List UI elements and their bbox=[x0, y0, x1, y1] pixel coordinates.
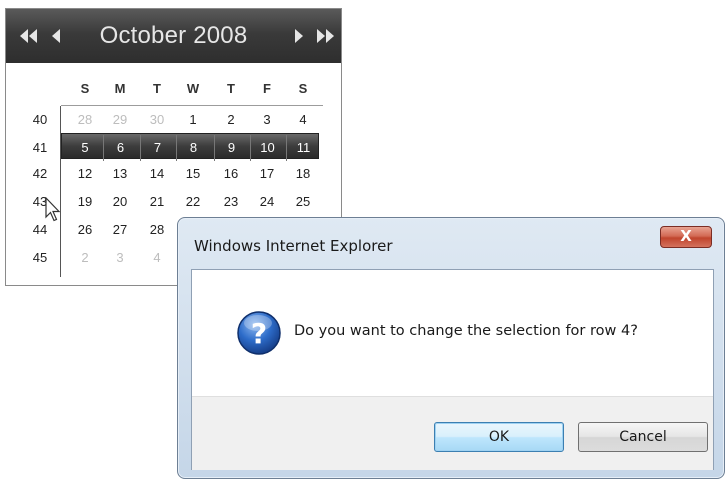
header-divider bbox=[61, 105, 323, 106]
calendar-day[interactable]: 15 bbox=[176, 163, 210, 185]
calendar-day[interactable]: 30 bbox=[140, 109, 174, 131]
calendar-day[interactable]: 28 bbox=[68, 109, 102, 131]
day-header: F bbox=[263, 81, 271, 96]
calendar-day[interactable]: 23 bbox=[214, 191, 248, 213]
dialog-title: Windows Internet Explorer bbox=[194, 237, 393, 255]
week-row[interactable]: 42 12 13 14 15 16 17 18 bbox=[6, 163, 341, 185]
calendar-day[interactable]: 25 bbox=[286, 191, 320, 213]
calendar-day[interactable]: 3 bbox=[103, 247, 137, 269]
week-number[interactable]: 42 bbox=[22, 166, 58, 181]
calendar-day[interactable]: 2 bbox=[214, 109, 248, 131]
calendar-day[interactable]: 17 bbox=[250, 163, 284, 185]
week-row[interactable]: 41 5 6 7 8 9 10 11 bbox=[6, 135, 341, 161]
calendar-day[interactable]: 14 bbox=[140, 163, 174, 185]
double-right-arrow-icon[interactable] bbox=[314, 26, 336, 46]
calendar-day[interactable]: 2 bbox=[68, 247, 102, 269]
calendar-day[interactable]: 11 bbox=[286, 135, 320, 161]
calendar-day[interactable]: 24 bbox=[250, 191, 284, 213]
message-area: ? Do you want to change the selection fo… bbox=[192, 270, 713, 396]
calendar-day[interactable]: 19 bbox=[68, 191, 102, 213]
day-header: S bbox=[298, 81, 308, 96]
calendar-day[interactable]: 7 bbox=[140, 135, 174, 161]
calendar-day[interactable]: 10 bbox=[250, 135, 284, 161]
week-number[interactable]: 45 bbox=[22, 250, 58, 265]
dialog-body: ? Do you want to change the selection fo… bbox=[191, 269, 714, 470]
calendar-day[interactable]: 13 bbox=[103, 163, 137, 185]
confirm-dialog: Windows Internet Explorer X ? Do you wan… bbox=[177, 217, 725, 479]
day-of-week-header: S M T W T F S bbox=[6, 81, 341, 99]
calendar-day[interactable]: 28 bbox=[140, 219, 174, 241]
calendar-day[interactable]: 5 bbox=[68, 135, 102, 161]
calendar-header: October 2008 bbox=[6, 9, 341, 63]
calendar-day[interactable]: 4 bbox=[140, 247, 174, 269]
calendar-day[interactable]: 18 bbox=[286, 163, 320, 185]
close-icon: X bbox=[680, 227, 692, 245]
week-number[interactable]: 44 bbox=[22, 222, 58, 237]
button-area: OK Cancel bbox=[192, 396, 713, 470]
calendar-day[interactable]: 3 bbox=[250, 109, 284, 131]
week-row[interactable]: 40 28 29 30 1 2 3 4 bbox=[6, 109, 341, 131]
calendar-day[interactable]: 12 bbox=[68, 163, 102, 185]
day-header: S bbox=[80, 81, 90, 96]
right-arrow-icon[interactable] bbox=[289, 26, 311, 46]
day-header: M bbox=[114, 81, 126, 96]
svg-text:?: ? bbox=[251, 317, 267, 350]
calendar-day[interactable]: 16 bbox=[214, 163, 248, 185]
calendar-day[interactable]: 21 bbox=[140, 191, 174, 213]
day-header: T bbox=[153, 81, 161, 96]
calendar-day[interactable]: 29 bbox=[103, 109, 137, 131]
calendar-day[interactable]: 9 bbox=[214, 135, 248, 161]
question-icon: ? bbox=[237, 311, 281, 355]
calendar-day[interactable]: 27 bbox=[103, 219, 137, 241]
calendar-day[interactable]: 4 bbox=[286, 109, 320, 131]
week-number[interactable]: 40 bbox=[22, 112, 58, 127]
ok-button[interactable]: OK bbox=[434, 422, 564, 452]
close-button[interactable]: X bbox=[660, 226, 712, 248]
calendar-day[interactable]: 8 bbox=[176, 135, 210, 161]
calendar-day[interactable]: 1 bbox=[176, 109, 210, 131]
calendar-day[interactable]: 26 bbox=[68, 219, 102, 241]
cancel-button[interactable]: Cancel bbox=[578, 422, 708, 452]
day-header: W bbox=[186, 81, 200, 96]
calendar-day[interactable]: 22 bbox=[176, 191, 210, 213]
week-number[interactable]: 41 bbox=[22, 140, 58, 155]
mouse-cursor-icon bbox=[45, 197, 61, 222]
calendar-day[interactable]: 6 bbox=[103, 135, 137, 161]
dialog-message: Do you want to change the selection for … bbox=[294, 323, 638, 339]
day-header: T bbox=[227, 81, 235, 96]
calendar-day[interactable]: 20 bbox=[103, 191, 137, 213]
